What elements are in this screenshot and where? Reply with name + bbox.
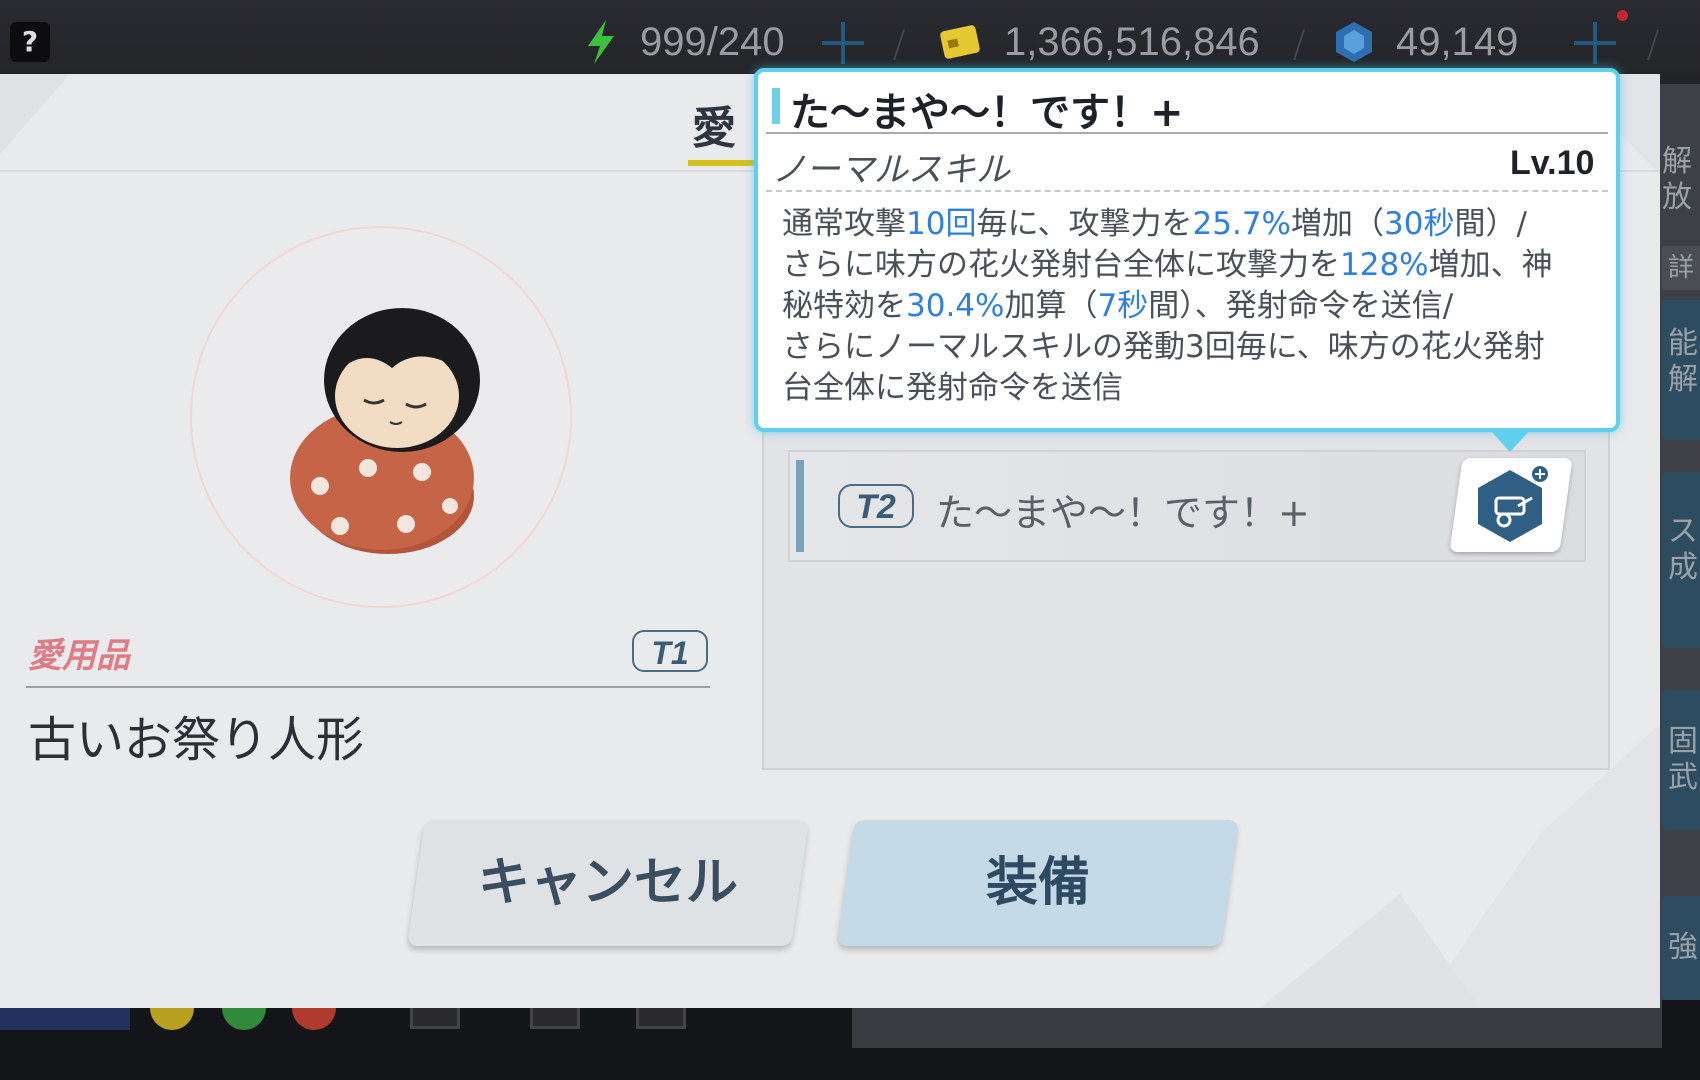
- description-text: さらにノーマルスキルの発動3回毎に、味方の花火発射: [782, 329, 1545, 365]
- stamina-counter: 999/240: [584, 14, 785, 70]
- item-category-label: 愛用品: [28, 636, 130, 676]
- kokeshi-doll-icon: [290, 308, 480, 554]
- skill-level: Lv.10: [1510, 144, 1595, 182]
- item-tier-badge: T1: [632, 630, 708, 672]
- side-menu-label: 解放: [1662, 144, 1692, 215]
- tooltip-title: た〜まや〜！です！+: [790, 90, 1184, 136]
- description-value: 30秒: [1384, 206, 1455, 242]
- side-menu-label: 能 解: [1668, 326, 1698, 397]
- description-text: 台全体に発射命令を送信: [782, 370, 1123, 406]
- skill-tier-badge: T2: [838, 484, 914, 528]
- side-menu-item[interactable]: 詳: [1662, 246, 1700, 290]
- skill-type-label: ノーマルスキル: [772, 150, 1010, 190]
- side-menu-item[interactable]: 解放: [1662, 132, 1700, 215]
- description-value: 10回: [906, 206, 977, 242]
- description-value: 7秒: [1097, 288, 1149, 324]
- tooltip-dotted-rule: [766, 190, 1608, 192]
- skill-row-accent: [796, 460, 804, 552]
- side-menu-label: 詳: [1668, 253, 1695, 283]
- equip-button[interactable]: 装備: [837, 820, 1239, 946]
- side-menu-item[interactable]: 強: [1662, 896, 1700, 1000]
- description-value: 30.4%: [906, 288, 1005, 324]
- description-text: さらに味方の花火発射台全体に攻撃力を: [782, 247, 1340, 283]
- background-bottom-bar: [0, 1000, 1700, 1080]
- cancel-button-label: キャンセル: [477, 853, 738, 913]
- description-value: 128%: [1340, 247, 1429, 283]
- item-image-frame: [190, 226, 572, 608]
- stamina-value: 999/240: [640, 19, 785, 64]
- description-text: 増加（: [1291, 206, 1385, 242]
- notification-dot: [1617, 10, 1628, 21]
- skill-info-button[interactable]: [1449, 458, 1573, 552]
- divider: [1293, 30, 1305, 60]
- description-value: 25.7%: [1192, 206, 1292, 242]
- lightning-icon: [588, 20, 614, 64]
- title-underline: [688, 160, 758, 166]
- side-menu-label: 強: [1668, 930, 1698, 965]
- side-menu-item[interactable]: 能 解: [1662, 300, 1700, 440]
- add-gems-button[interactable]: [1572, 20, 1618, 66]
- gems-counter: 49,149: [1334, 14, 1518, 70]
- item-separator: [26, 686, 710, 688]
- add-stamina-button[interactable]: [820, 20, 866, 66]
- equip-button-label: 装備: [985, 853, 1090, 913]
- description-line: さらに味方の花火発射台全体に攻撃力を128%増加、神: [782, 245, 1594, 286]
- item-name: 古いお祭り人形: [28, 712, 365, 768]
- credits-counter: 1,366,516,846: [938, 14, 1260, 70]
- credit-card-icon: [940, 25, 980, 59]
- divider: [1647, 30, 1659, 60]
- description-line: さらにノーマルスキルの発動3回毎に、味方の花火発射: [782, 327, 1594, 368]
- tooltip-title-rule: [766, 132, 1608, 134]
- description-line: 秘特効を30.4%加算（7秒間）、発射命令を送信/: [782, 286, 1594, 327]
- description-text: 間）/: [1454, 206, 1527, 242]
- tooltip-pointer: [1490, 430, 1530, 452]
- description-line: 通常攻撃10回毎に、攻撃力を25.7%増加（30秒間）/: [782, 204, 1594, 245]
- dialog-title: 愛: [692, 103, 736, 154]
- description-text: 加算（: [1004, 288, 1098, 324]
- divider: [893, 30, 905, 60]
- skill-cannon-icon: [1478, 464, 1550, 542]
- side-menu-label: ス 成: [1668, 514, 1698, 585]
- side-menu-label: 固 武: [1668, 724, 1698, 795]
- skill-row-name: た〜まや〜！です！+: [936, 491, 1310, 535]
- gems-value: 49,149: [1396, 19, 1519, 64]
- description-text: 通常攻撃: [782, 206, 906, 242]
- help-button[interactable]: ?: [10, 22, 50, 62]
- side-menu-item[interactable]: 固 武: [1662, 690, 1700, 830]
- description-text: 増加、神: [1428, 247, 1553, 283]
- description-text: 間）、発射命令を送信/: [1148, 288, 1454, 324]
- description-text: 毎に、攻撃力を: [976, 206, 1193, 242]
- side-menu-item[interactable]: ス 成: [1662, 472, 1700, 648]
- description-line: 台全体に発射命令を送信: [782, 368, 1594, 409]
- description-text: 秘特効を: [782, 288, 906, 324]
- cancel-button[interactable]: キャンセル: [407, 820, 809, 946]
- skill-description: 通常攻撃10回毎に、攻撃力を25.7%増加（30秒間）/さらに味方の花火発射台全…: [782, 204, 1594, 409]
- tooltip-title-accent: [772, 88, 780, 124]
- credits-value: 1,366,516,846: [1004, 19, 1260, 64]
- gem-icon: [1336, 22, 1372, 62]
